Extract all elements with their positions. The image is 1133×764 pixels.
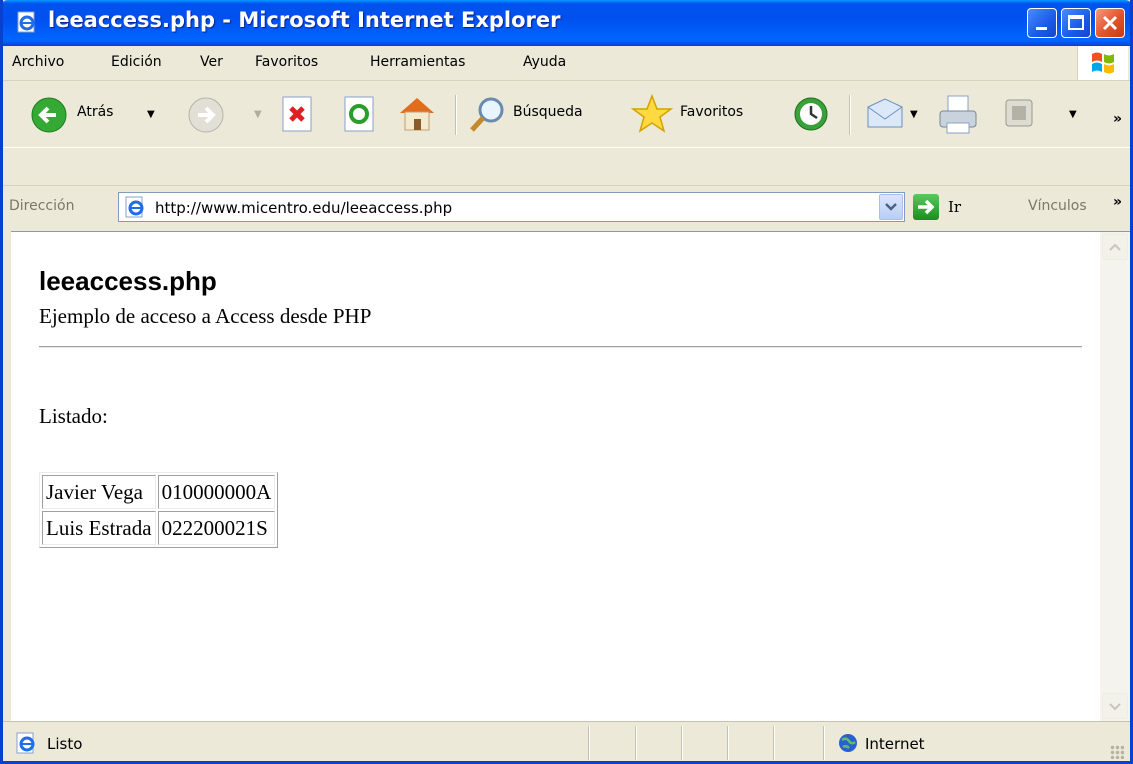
favorites-button[interactable]: Favoritos: [630, 93, 775, 137]
mail-dropdown-icon[interactable]: ▼: [910, 109, 918, 120]
vertical-scrollbar[interactable]: [1100, 231, 1130, 721]
history-icon: [794, 97, 828, 131]
links-label[interactable]: Vínculos: [1028, 198, 1087, 214]
forward-button[interactable]: ▼: [186, 95, 266, 135]
mail-icon: [867, 98, 903, 128]
address-url: http://www.micentro.edu/leeaccess.php: [155, 199, 453, 217]
page-subtitle: Ejemplo de acceso a Access desde PHP: [39, 304, 372, 328]
close-button[interactable]: [1095, 8, 1125, 38]
search-icon: [470, 97, 504, 132]
records-table: Javier Vega 010000000A Luis Estrada 0222…: [39, 472, 279, 548]
home-button[interactable]: [396, 93, 440, 137]
window-title: leeaccess.php - Microsoft Internet Explo…: [48, 8, 561, 32]
status-divider: [773, 726, 775, 760]
mail-button[interactable]: ▼: [865, 95, 925, 135]
name-cell: Javier Vega: [42, 475, 156, 509]
go-button[interactable]: [913, 194, 939, 220]
menu-edicion[interactable]: Edición: [111, 54, 162, 70]
research-dropdown-icon[interactable]: ▼: [1069, 109, 1077, 120]
stop-button[interactable]: [279, 95, 319, 135]
back-arrow-icon: [31, 97, 67, 133]
forward-dropdown-icon[interactable]: ▼: [254, 109, 262, 120]
table-row: Luis Estrada 022200021S: [42, 511, 276, 545]
home-icon: [400, 98, 434, 131]
listing-label: Listado:: [39, 404, 108, 428]
address-bar: Dirección http://www.micentro.edu/leeacc…: [3, 186, 1130, 230]
ie-page-icon: [16, 732, 35, 754]
status-divider: [823, 726, 825, 760]
title-bar[interactable]: leeaccess.php - Microsoft Internet Explo…: [3, 0, 1130, 46]
browser-window: leeaccess.php - Microsoft Internet Explo…: [0, 0, 1133, 764]
research-button[interactable]: ▼: [1003, 97, 1093, 133]
page-content: leeaccess.php Ejemplo de acceso a Access…: [11, 231, 1100, 721]
back-button[interactable]: Atrás ▼: [29, 93, 169, 137]
page-heading: leeaccess.php: [39, 266, 217, 296]
standard-toolbar: Atrás ▼ ▼ Búsqueda Favoritos ▼ ▼ »: [3, 81, 1130, 186]
favorites-label: Favoritos: [680, 104, 744, 120]
status-divider: [681, 726, 683, 760]
go-arrow-icon: [918, 199, 935, 215]
favorites-star-icon: [630, 93, 674, 133]
go-label[interactable]: Ir: [948, 198, 961, 216]
chevron-up-icon: [1109, 243, 1121, 251]
back-dropdown-icon[interactable]: ▼: [147, 109, 155, 120]
chevron-down-icon: [1109, 703, 1121, 711]
search-button[interactable]: Búsqueda: [467, 93, 617, 137]
menu-ayuda[interactable]: Ayuda: [523, 54, 566, 70]
scroll-down-button[interactable]: [1102, 693, 1128, 719]
status-divider: [635, 726, 637, 760]
horizontal-rule: [39, 346, 1082, 348]
windows-logo: [1077, 46, 1128, 80]
code-cell: 010000000A: [157, 475, 276, 509]
toolbar-overflow-chevron-icon[interactable]: »: [1113, 111, 1122, 127]
research-icon: [1005, 99, 1033, 127]
links-overflow-chevron-icon[interactable]: »: [1113, 194, 1122, 210]
ie-page-icon: [125, 196, 144, 218]
status-bar: Listo Internet: [3, 721, 1130, 761]
maximize-button[interactable]: [1061, 8, 1091, 38]
menu-favoritos[interactable]: Favoritos: [255, 54, 318, 70]
table-row: Javier Vega 010000000A: [42, 475, 276, 509]
toolbar-separator: [455, 95, 457, 135]
search-label: Búsqueda: [513, 104, 583, 120]
code-cell: 022200021S: [157, 511, 276, 545]
forward-arrow-icon: [188, 97, 224, 133]
stop-icon: [282, 96, 312, 132]
printer-icon: [939, 95, 977, 134]
status-divider: [588, 726, 590, 760]
menu-ver[interactable]: Ver: [200, 54, 223, 70]
status-divider: [727, 726, 729, 760]
internet-globe-icon: [839, 734, 857, 752]
menu-bar: Archivo Edición Ver Favoritos Herramient…: [3, 46, 1130, 81]
toolbar-row: Atrás ▼ ▼ Búsqueda Favoritos ▼ ▼ »: [3, 81, 1130, 148]
print-button[interactable]: [936, 93, 982, 137]
name-cell: Luis Estrada: [42, 511, 156, 545]
security-zone-text: Internet: [865, 735, 925, 753]
history-button[interactable]: [791, 94, 833, 136]
status-text: Listo: [47, 735, 83, 753]
back-label: Atrás: [77, 104, 114, 120]
refresh-icon: [344, 96, 374, 132]
minimize-button[interactable]: [1027, 8, 1057, 38]
resize-grip[interactable]: [1110, 745, 1124, 759]
ie-page-icon: [15, 10, 39, 34]
address-input[interactable]: http://www.micentro.edu/leeaccess.php: [118, 192, 905, 222]
refresh-button[interactable]: [341, 95, 381, 135]
chevron-down-icon: [885, 203, 897, 211]
menu-archivo[interactable]: Archivo: [12, 54, 64, 70]
scroll-up-button[interactable]: [1102, 234, 1128, 260]
address-label: Dirección: [9, 198, 75, 214]
menu-herramientas[interactable]: Herramientas: [370, 54, 465, 70]
address-dropdown-button[interactable]: [879, 194, 903, 220]
toolbar-separator: [849, 95, 851, 135]
